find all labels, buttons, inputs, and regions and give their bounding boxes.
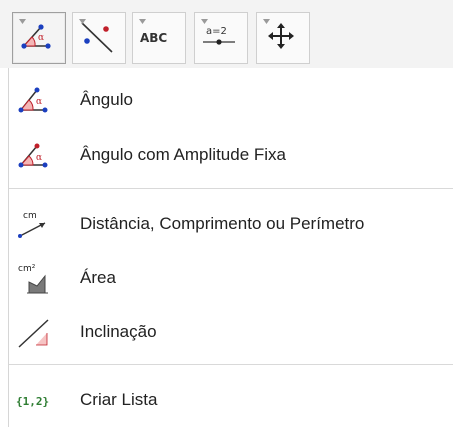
line-tool-icon [81,22,113,53]
toolbar: α ABC a=2 [0,0,453,69]
angle-icon: α [18,87,48,113]
menu-separator [9,364,453,365]
line-tool-button[interactable] [72,12,126,64]
dropdown-triangle-icon [139,19,146,24]
menu-item-label: Inclinação [80,322,157,341]
slider-tool-icon: a=2 [203,26,235,45]
move-tool-button[interactable] [256,12,310,64]
svg-text:cm²: cm² [18,264,36,274]
text-tool-button[interactable]: ABC [132,12,186,64]
angle-tool-icon: α [21,24,51,49]
menu-item-label: Distância, Comprimento ou Perímetro [80,214,365,233]
slider-tool-label: a=2 [206,26,227,37]
menu-separator [9,188,453,189]
angle-tool-button[interactable]: α [12,12,66,64]
area-icon: cm² [18,264,48,294]
menu-item-slope[interactable]: Inclinação [0,309,453,355]
dropdown-triangle-icon [19,19,26,24]
slider-tool-button[interactable]: a=2 [194,12,248,64]
svg-text:α: α [38,33,44,43]
dropdown-triangle-icon [263,19,270,24]
svg-text:cm: cm [23,211,37,221]
tool-dropdown-menu: α Ângulo α Ângulo com Amplitude Fixa cm … [0,68,453,427]
dropdown-triangle-icon [79,19,86,24]
move-graphics-icon [268,23,294,49]
menu-item-label: Ângulo [80,90,133,109]
menu-item-label: Área [80,268,116,287]
slope-icon [18,319,49,348]
menu-item-distance[interactable]: cm Distância, Comprimento ou Perímetro [0,201,453,247]
text-tool-abc: ABC [140,31,167,45]
create-list-icon: {1,2} [16,395,49,408]
svg-text:α: α [36,97,42,107]
distance-icon: cm [18,211,46,238]
angle-fixed-size-icon: α [18,143,48,168]
text-tool-icon: ABC [140,31,167,45]
menu-item-angle[interactable]: α Ângulo [0,77,453,123]
dropdown-triangle-icon [201,19,208,24]
svg-text:α: α [36,153,42,163]
menu-item-create-list[interactable]: {1,2} Criar Lista [0,377,453,423]
menu-item-label: Ângulo com Amplitude Fixa [80,145,286,164]
menu-item-area[interactable]: cm² Área [0,255,453,301]
menu-item-label: Criar Lista [80,390,158,409]
svg-text:{1,2}: {1,2} [16,395,49,408]
menu-item-angle-fixed[interactable]: α Ângulo com Amplitude Fixa [0,132,453,178]
